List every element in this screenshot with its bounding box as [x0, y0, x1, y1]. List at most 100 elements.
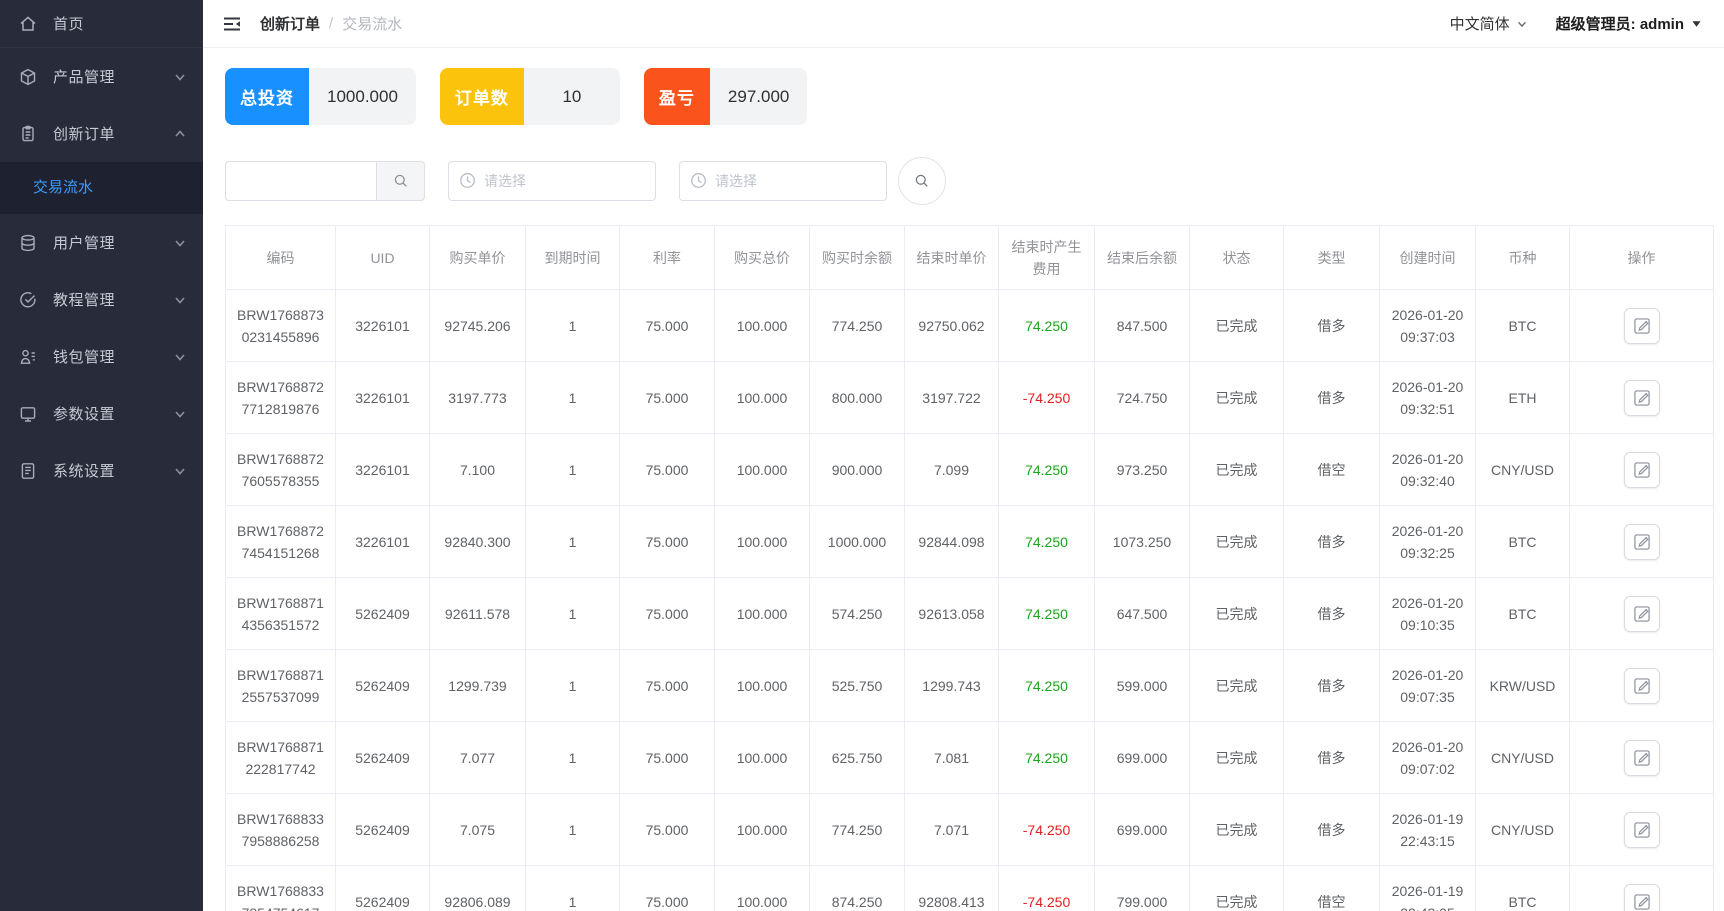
edit-icon	[1633, 533, 1650, 550]
sidebar-item-label: 用户管理	[53, 235, 116, 252]
sidebar-item-orders[interactable]: 创新订单	[0, 105, 203, 162]
column-header: 类型	[1283, 225, 1380, 290]
cell-balance-at-buy: 625.750	[809, 721, 905, 794]
cell-actions	[1569, 289, 1714, 362]
cell-type: 借多	[1283, 649, 1380, 722]
sidebar-item-products[interactable]: 产品管理	[0, 48, 203, 105]
stat-card: 总投资 1000.000	[225, 68, 416, 125]
params-icon	[18, 404, 38, 424]
cell-expire: 1	[525, 793, 620, 866]
column-header: 利率	[619, 225, 715, 290]
cell-code: BRW17688712557537099	[225, 649, 336, 722]
cell-buy-total: 100.000	[714, 649, 810, 722]
keyword-search-button[interactable]	[376, 161, 425, 201]
cell-actions	[1569, 793, 1714, 866]
cell-end-price: 7.099	[904, 433, 999, 506]
edit-button[interactable]	[1623, 379, 1660, 416]
chevron-down-icon	[1517, 21, 1526, 27]
column-header: 结束后余额	[1094, 225, 1190, 290]
cell-uid: 5262409	[335, 865, 430, 911]
edit-button[interactable]	[1623, 883, 1660, 911]
edit-icon	[1633, 605, 1650, 622]
cell-uid: 5262409	[335, 577, 430, 650]
cell-type: 借空	[1283, 433, 1380, 506]
cell-status: 已完成	[1189, 361, 1284, 434]
edit-button[interactable]	[1623, 595, 1660, 632]
sidebar-item-tutorial[interactable]: 教程管理	[0, 271, 203, 328]
cell-uid: 3226101	[335, 505, 430, 578]
cell-balance-at-buy: 774.250	[809, 793, 905, 866]
stats-row: 总投资 1000.000 订单数 10 盈亏 297.000	[225, 68, 1713, 125]
column-header: UID	[335, 225, 430, 290]
edit-button[interactable]	[1623, 667, 1660, 704]
chevron-down-icon	[173, 70, 187, 84]
cell-end-price: 92750.062	[904, 289, 999, 362]
cell-type: 借空	[1283, 865, 1380, 911]
search-submit-button[interactable]	[898, 157, 946, 205]
cell-currency: BTC	[1475, 865, 1570, 911]
column-header: 操作	[1569, 225, 1714, 290]
cell-currency: CNY/USD	[1475, 721, 1570, 794]
cell-code: BRW17688337958886258	[225, 793, 336, 866]
breadcrumb-parent[interactable]: 创新订单	[260, 13, 320, 34]
cell-type: 借多	[1283, 793, 1380, 866]
column-header: 购买单价	[429, 225, 526, 290]
keyword-input[interactable]	[225, 161, 376, 201]
cell-end-fee: 74.250	[998, 721, 1095, 794]
edit-icon	[1633, 749, 1650, 766]
cell-buy-total: 100.000	[714, 865, 810, 911]
cell-created: 2026-01-20 09:10:35	[1379, 577, 1476, 650]
product-icon	[18, 67, 38, 87]
cell-end-price: 92613.058	[904, 577, 999, 650]
user-menu[interactable]: 超级管理员: admin	[1556, 13, 1702, 34]
cell-end-price: 92844.098	[904, 505, 999, 578]
cell-rate: 75.000	[619, 793, 715, 866]
cell-code: BRW17688727454151268	[225, 505, 336, 578]
sidebar-item-params[interactable]: 参数设置	[0, 385, 203, 442]
breadcrumb-current: 交易流水	[342, 16, 403, 33]
cell-buy-total: 100.000	[714, 433, 810, 506]
cell-status: 已完成	[1189, 289, 1284, 362]
edit-button[interactable]	[1623, 739, 1660, 776]
cell-uid: 3226101	[335, 361, 430, 434]
cell-uid: 3226101	[335, 289, 430, 362]
topbar: 创新订单 / 交易流水 中文简体 超级管理员: admin	[203, 0, 1724, 48]
collapse-menu-icon[interactable]	[222, 14, 242, 34]
edit-button[interactable]	[1623, 523, 1660, 560]
language-selector[interactable]: 中文简体	[1450, 13, 1528, 34]
cell-balance-at-buy: 574.250	[809, 577, 905, 650]
orders-table: 编码 UID 购买单价 到期时间 利率 购买总价 购买时余额 结束时单价 结束时产生费用 结束后余…	[225, 225, 1714, 911]
table-row: BRW17688337854754617 5262409 92806.089 1…	[225, 865, 1714, 911]
sidebar-item-users[interactable]: 用户管理	[0, 214, 203, 271]
cell-code: BRW17688714356351572	[225, 577, 336, 650]
cell-created: 2026-01-20 09:07:35	[1379, 649, 1476, 722]
sidebar-item-wallet[interactable]: 钱包管理	[0, 328, 203, 385]
sidebar-item-label: 参数设置	[53, 406, 116, 423]
column-header: 结束时单价	[904, 225, 999, 290]
table-row: BRW17688714356351572 5262409 92611.578 1…	[225, 577, 1714, 650]
cell-expire: 1	[525, 721, 620, 794]
tutorial-icon	[18, 290, 38, 310]
cell-balance-at-buy: 874.250	[809, 865, 905, 911]
cell-buy-total: 100.000	[714, 577, 810, 650]
date-end-input[interactable]	[679, 161, 887, 201]
edit-button[interactable]	[1623, 307, 1660, 344]
stat-value: 10	[523, 68, 620, 125]
cell-expire: 1	[525, 433, 620, 506]
column-header: 创建时间	[1379, 225, 1476, 290]
edit-button[interactable]	[1623, 811, 1660, 848]
sidebar-subitem-trade-flow[interactable]: 交易流水	[0, 162, 203, 214]
cell-status: 已完成	[1189, 433, 1284, 506]
date-start-input[interactable]	[448, 161, 656, 201]
cell-rate: 75.000	[619, 865, 715, 911]
sidebar-item-system[interactable]: 系统设置	[0, 442, 203, 499]
cell-buy-total: 100.000	[714, 289, 810, 362]
edit-icon	[1633, 893, 1650, 910]
cell-end-price: 7.081	[904, 721, 999, 794]
table-row: BRW17688730231455896 3226101 92745.206 1…	[225, 289, 1714, 362]
sidebar-item-home[interactable]: 首页	[0, 0, 203, 48]
chevron-down-icon	[173, 350, 187, 364]
edit-button[interactable]	[1623, 451, 1660, 488]
cell-created: 2026-01-20 09:37:03	[1379, 289, 1476, 362]
table-body: BRW17688730231455896 3226101 92745.206 1…	[225, 289, 1714, 911]
